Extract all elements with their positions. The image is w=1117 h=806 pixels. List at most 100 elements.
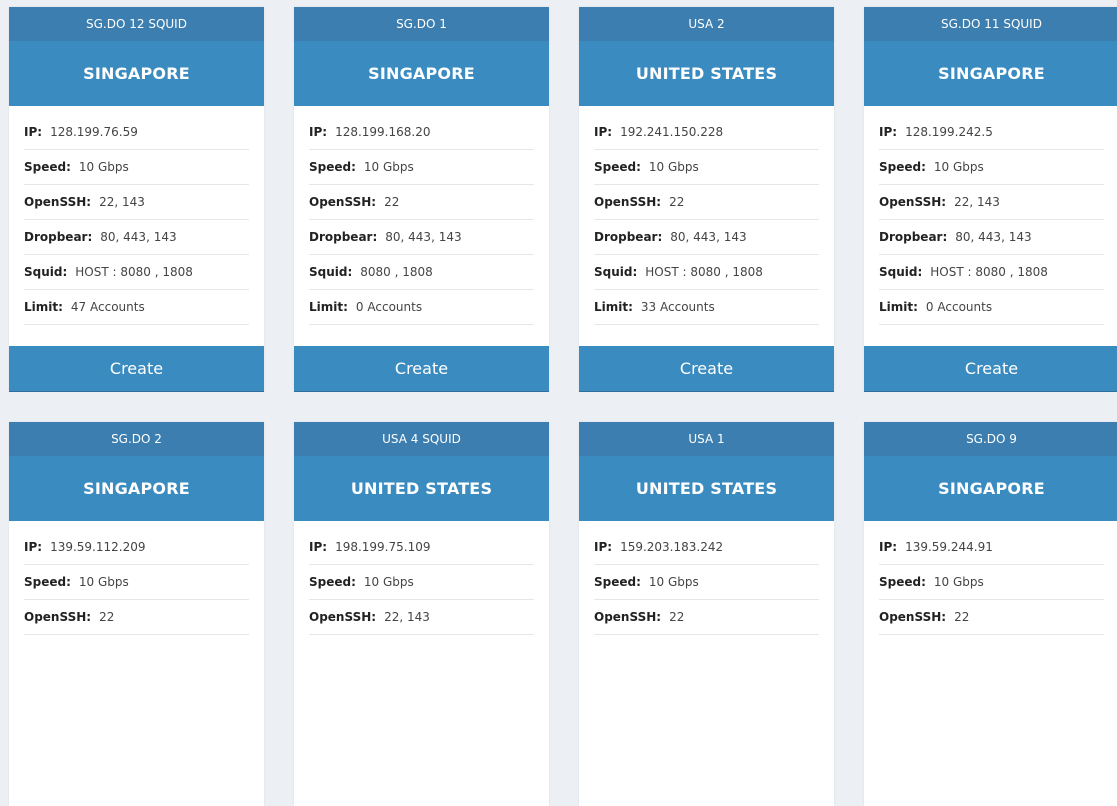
server-country: SINGAPORE [9, 456, 264, 521]
create-button[interactable]: Create [579, 346, 834, 392]
detail-row-openssh: OpenSSH: 22 [879, 600, 1104, 635]
server-country: UNITED STATES [579, 456, 834, 521]
speed-label: Speed: [309, 160, 356, 174]
ip-label: IP: [24, 540, 43, 554]
server-card: SG.DO 11 SQUID SINGAPORE IP: 128.199.242.… [864, 7, 1117, 392]
server-details: IP: 128.199.76.59 Speed: 10 Gbps OpenSSH: 2… [9, 106, 264, 325]
speed-value: 10 Gbps [933, 160, 984, 174]
server-name: USA 4 SQUID [294, 422, 549, 456]
openssh-label: OpenSSH: [594, 610, 662, 624]
server-card: USA 1 UNITED STATES IP: 159.203.183.242 S… [579, 422, 834, 806]
speed-label: Speed: [879, 160, 926, 174]
openssh-value: 22 [954, 610, 970, 624]
speed-value: 10 Gbps [78, 160, 129, 174]
dropbear-value: 80, 443, 143 [670, 230, 747, 244]
server-name: SG.DO 12 SQUID [9, 7, 264, 41]
server-details: IP: 139.59.112.209 Speed: 10 Gbps OpenSSH:… [9, 521, 264, 635]
create-button[interactable]: Create [294, 346, 549, 392]
openssh-label: OpenSSH: [24, 195, 92, 209]
detail-row-squid: Squid: HOST : 8080 , 1808 [24, 255, 249, 290]
squid-value: HOST : 8080 , 1808 [75, 265, 193, 279]
openssh-value: 22 [669, 610, 685, 624]
speed-label: Speed: [594, 160, 641, 174]
speed-label: Speed: [594, 575, 641, 589]
openssh-label: OpenSSH: [309, 195, 377, 209]
ip-value: 159.203.183.242 [620, 540, 724, 554]
server-country: SINGAPORE [864, 41, 1117, 106]
detail-row-limit: Limit: 33 Accounts [594, 290, 819, 325]
detail-row-squid: Squid: 8080 , 1808 [309, 255, 534, 290]
detail-row-limit: Limit: 0 Accounts [309, 290, 534, 325]
speed-value: 10 Gbps [933, 575, 984, 589]
detail-row-squid: Squid: HOST : 8080 , 1808 [879, 255, 1104, 290]
server-details: IP: 159.203.183.242 Speed: 10 Gbps OpenSSH… [579, 521, 834, 635]
server-country: SINGAPORE [864, 456, 1117, 521]
limit-value: 33 Accounts [640, 300, 715, 314]
server-name: USA 1 [579, 422, 834, 456]
detail-row-ip: IP: 159.203.183.242 [594, 530, 819, 565]
ip-value: 139.59.244.91 [905, 540, 993, 554]
speed-label: Speed: [24, 160, 71, 174]
speed-value: 10 Gbps [78, 575, 129, 589]
detail-row-openssh: OpenSSH: 22 [24, 600, 249, 635]
speed-value: 10 Gbps [363, 160, 414, 174]
speed-label: Speed: [309, 575, 356, 589]
limit-label: Limit: [24, 300, 63, 314]
openssh-label: OpenSSH: [309, 610, 377, 624]
server-name: USA 2 [579, 7, 834, 41]
ip-label: IP: [594, 540, 613, 554]
dropbear-label: Dropbear: [594, 230, 663, 244]
ip-value: 192.241.150.228 [620, 125, 724, 139]
openssh-value: 22, 143 [99, 195, 145, 209]
server-name: SG.DO 11 SQUID [864, 7, 1117, 41]
server-details: IP: 192.241.150.228 Speed: 10 Gbps OpenSSH… [579, 106, 834, 325]
server-card: SG.DO 1 SINGAPORE IP: 128.199.168.20 Spee… [294, 7, 549, 392]
openssh-value: 22, 143 [384, 610, 430, 624]
limit-label: Limit: [594, 300, 633, 314]
openssh-value: 22 [99, 610, 115, 624]
ip-value: 128.199.76.59 [50, 125, 138, 139]
server-card: USA 4 SQUID UNITED STATES IP: 198.199.75.… [294, 422, 549, 806]
detail-row-speed: Speed: 10 Gbps [309, 565, 534, 600]
detail-row-openssh: OpenSSH: 22 [594, 185, 819, 220]
detail-row-ip: IP: 128.199.242.5 [879, 115, 1104, 150]
detail-row-speed: Speed: 10 Gbps [24, 150, 249, 185]
ip-label: IP: [594, 125, 613, 139]
ip-value: 139.59.112.209 [50, 540, 146, 554]
speed-label: Speed: [24, 575, 71, 589]
ip-value: 128.199.242.5 [905, 125, 993, 139]
detail-row-openssh: OpenSSH: 22 [594, 600, 819, 635]
detail-row-speed: Speed: 10 Gbps [879, 150, 1104, 185]
server-card: SG.DO 2 SINGAPORE IP: 139.59.112.209 Spee… [9, 422, 264, 806]
detail-row-dropbear: Dropbear: 80, 443, 143 [309, 220, 534, 255]
detail-row-openssh: OpenSSH: 22, 143 [879, 185, 1104, 220]
create-button[interactable]: Create [864, 346, 1117, 392]
dropbear-label: Dropbear: [879, 230, 948, 244]
detail-row-ip: IP: 128.199.168.20 [309, 115, 534, 150]
detail-row-ip: IP: 139.59.112.209 [24, 530, 249, 565]
create-button[interactable]: Create [9, 346, 264, 392]
detail-row-dropbear: Dropbear: 80, 443, 143 [594, 220, 819, 255]
server-details: IP: 139.59.244.91 Speed: 10 Gbps OpenSSH: 2… [864, 521, 1117, 635]
ip-label: IP: [879, 125, 898, 139]
openssh-value: 22 [384, 195, 400, 209]
ip-label: IP: [24, 125, 43, 139]
ip-label: IP: [309, 125, 328, 139]
detail-row-openssh: OpenSSH: 22 [309, 185, 534, 220]
server-name: SG.DO 2 [9, 422, 264, 456]
detail-row-dropbear: Dropbear: 80, 443, 143 [879, 220, 1104, 255]
server-country: UNITED STATES [579, 41, 834, 106]
ip-label: IP: [309, 540, 328, 554]
detail-row-ip: IP: 139.59.244.91 [879, 530, 1104, 565]
dropbear-value: 80, 443, 143 [955, 230, 1032, 244]
dropbear-value: 80, 443, 143 [385, 230, 462, 244]
squid-value: HOST : 8080 , 1808 [645, 265, 763, 279]
server-card: SG.DO 12 SQUID SINGAPORE IP: 128.199.76.5… [9, 7, 264, 392]
detail-row-dropbear: Dropbear: 80, 443, 143 [24, 220, 249, 255]
server-grid: SG.DO 12 SQUID SINGAPORE IP: 128.199.76.5… [9, 7, 1117, 806]
ip-value: 128.199.168.20 [335, 125, 431, 139]
detail-row-squid: Squid: HOST : 8080 , 1808 [594, 255, 819, 290]
speed-value: 10 Gbps [648, 575, 699, 589]
squid-value: 8080 , 1808 [360, 265, 433, 279]
detail-row-ip: IP: 198.199.75.109 [309, 530, 534, 565]
